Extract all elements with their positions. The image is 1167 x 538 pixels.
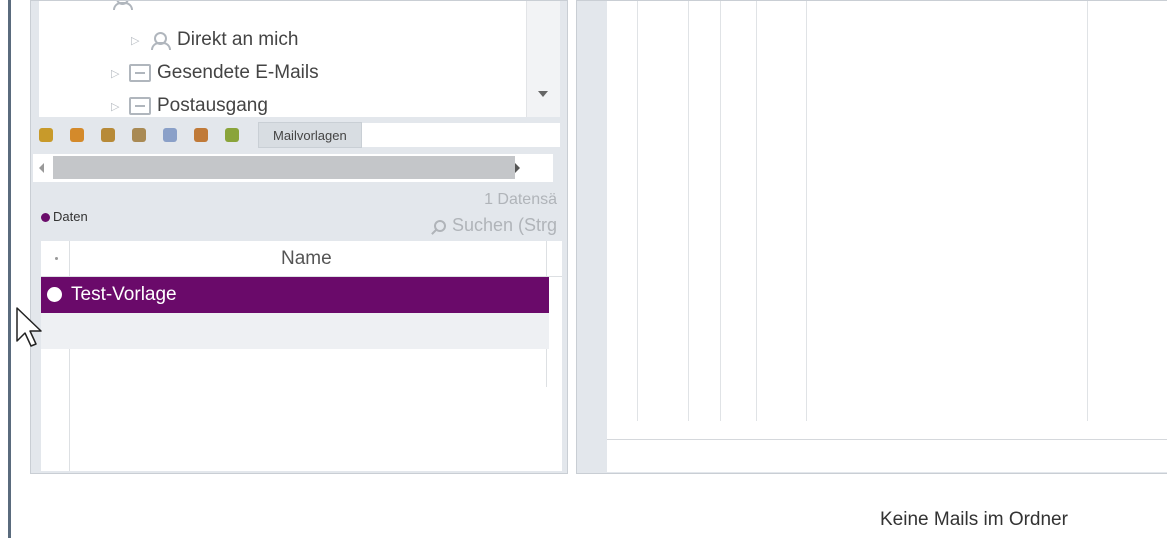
tree-item-gesendete[interactable]: ▷ Gesendete E-Mails [111, 60, 319, 86]
group-label: Daten [53, 209, 88, 224]
column-divider [637, 1, 638, 421]
folder-tree: ▷ Direkt an mich ▷ Gesendete E-Mails ▷ P… [39, 1, 560, 117]
person-mail-icon [111, 1, 133, 10]
tray-icon [129, 64, 151, 82]
record-count: 1 Datensä [484, 191, 557, 208]
mail-view-panel [576, 0, 1167, 474]
indicator-column-header[interactable] [55, 257, 58, 260]
mail-stack-icon[interactable] [163, 128, 177, 142]
horizontal-scrollbar[interactable] [33, 154, 553, 182]
scroll-left-icon[interactable] [39, 163, 44, 173]
search-placeholder: Suchen (Strg [451, 215, 557, 235]
tree-item-postausgang[interactable]: ▷ Postausgang [111, 93, 268, 117]
search-input[interactable]: Suchen (Strg [433, 215, 557, 236]
binoculars-icon[interactable] [132, 128, 146, 142]
phone-icon[interactable] [70, 128, 84, 142]
mail-folder-panel: ▷ Direkt an mich ▷ Gesendete E-Mails ▷ P… [30, 0, 568, 474]
mail-list-area [607, 1, 1167, 472]
scroll-down-icon[interactable] [538, 91, 548, 97]
column-header-row: Name [41, 241, 562, 277]
toolbar-spacer [361, 123, 560, 147]
scroll-right-icon[interactable] [515, 163, 520, 173]
tree-item-hidden [111, 1, 139, 13]
person-mail-icon [149, 31, 171, 50]
scroll-thumb[interactable] [53, 156, 515, 179]
report-icon[interactable] [225, 128, 239, 142]
template-grid: Name Test-Vorlage [41, 241, 562, 471]
status-text: Keine Mails im Ordner [880, 509, 1068, 530]
window-edge [8, 0, 11, 538]
table-row[interactable]: Test-Vorlage [41, 277, 549, 313]
column-divider [688, 1, 689, 421]
tree-item-label: Direkt an mich [177, 29, 299, 50]
tree-item-direkt[interactable]: ▷ Direkt an mich [131, 27, 298, 53]
search-icon [433, 219, 446, 232]
column-divider [756, 1, 757, 421]
group-icon[interactable] [101, 128, 115, 142]
mouse-cursor-icon [16, 307, 42, 347]
module-toolbar: Mailvorlagen [39, 120, 560, 150]
grid-header: Daten 1 Datensä Suchen (Strg [33, 185, 563, 241]
row-indicator-icon [47, 287, 62, 302]
user-icon[interactable] [194, 128, 208, 142]
column-divider [69, 241, 70, 471]
table-row-empty[interactable] [41, 313, 549, 349]
outbox-icon [129, 97, 151, 115]
contacts-icon[interactable] [39, 128, 53, 142]
tab-mailvorlagen[interactable]: Mailvorlagen [258, 122, 362, 148]
tree-scrollbar[interactable] [526, 1, 560, 117]
column-divider [1087, 1, 1088, 421]
expand-arrow-icon[interactable]: ▷ [111, 67, 129, 80]
row-name: Test-Vorlage [71, 284, 177, 305]
expand-arrow-icon[interactable]: ▷ [131, 34, 149, 47]
column-divider [806, 1, 807, 421]
column-divider [720, 1, 721, 421]
expand-arrow-icon[interactable]: ▷ [111, 100, 129, 113]
tree-item-label: Postausgang [157, 95, 268, 116]
tree-item-label: Gesendete E-Mails [157, 62, 319, 83]
group-dot-icon [41, 213, 50, 222]
column-header-name[interactable]: Name [281, 248, 332, 270]
row-divider [607, 439, 1167, 440]
